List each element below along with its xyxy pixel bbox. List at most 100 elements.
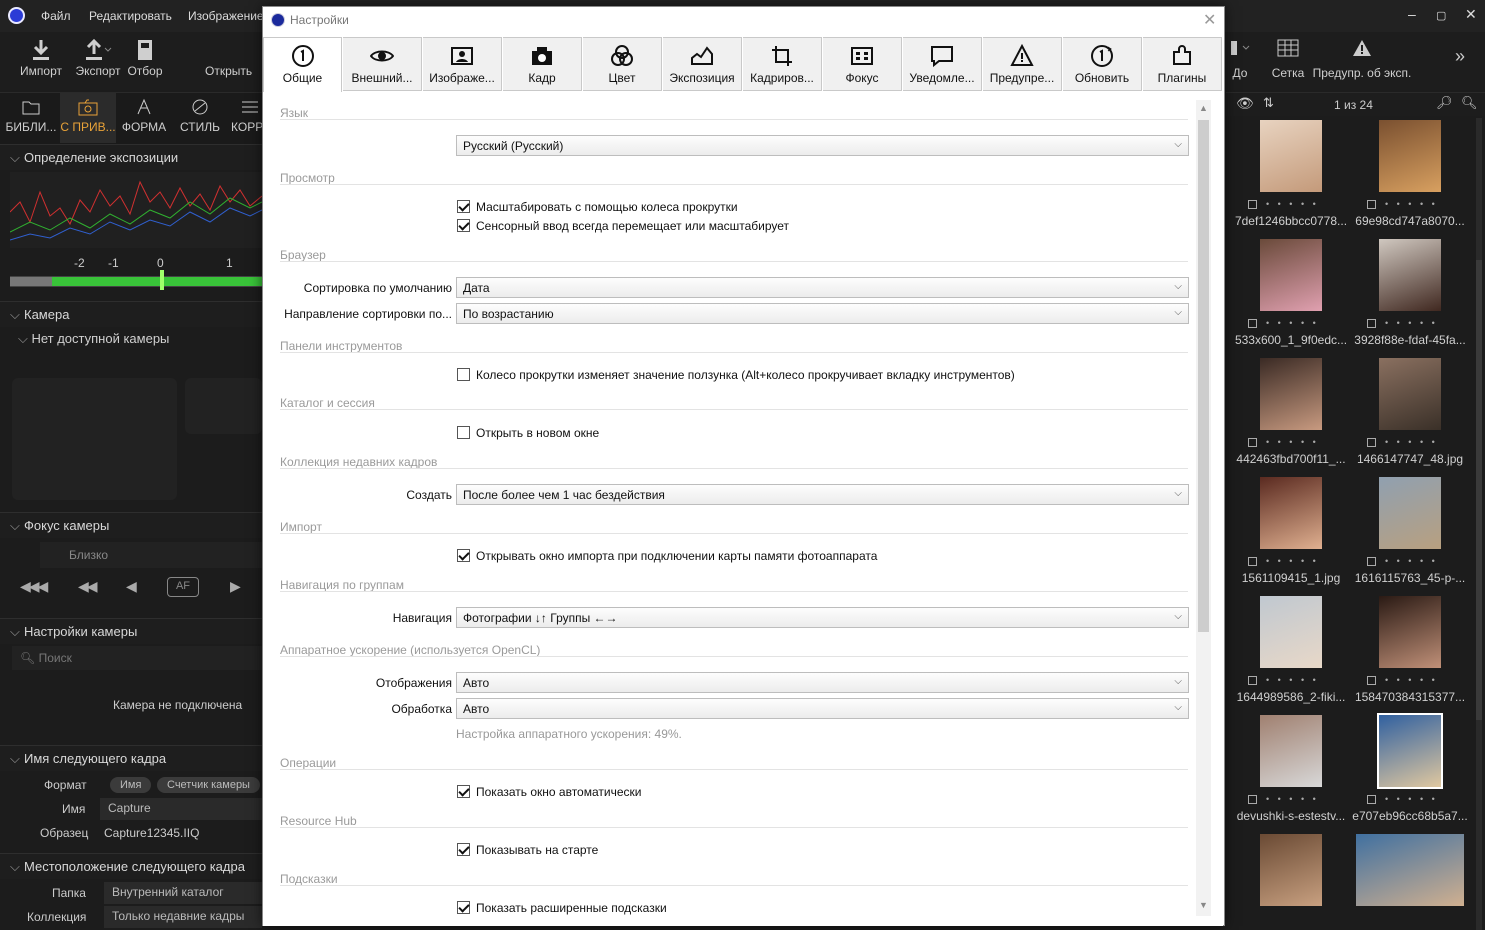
processing-select[interactable]: Авто ⌵ [456,698,1189,719]
tooltab-shape[interactable]: ФОРМА [116,96,172,134]
thumbnail-select-checkbox[interactable] [1367,438,1376,447]
thumbnail-image[interactable] [1260,834,1322,906]
zoom-search-icon[interactable]: 🔎︎ [1436,95,1453,111]
scroll-up-icon[interactable]: ▲ [1199,103,1208,113]
rating-stars[interactable]: • • • • • [1385,675,1438,685]
thumbnail-image[interactable] [1379,596,1441,668]
language-select[interactable]: Русский (Русский) ⌵ [456,135,1189,156]
tab-general[interactable]: Общие [263,37,342,92]
scroll-slider-checkbox[interactable] [457,368,470,381]
camera-settings-search[interactable]: 🔍︎ Поиск [12,646,262,670]
format-token-name[interactable]: Имя [110,777,152,793]
tooltab-correct[interactable]: КОРР [228,96,262,134]
maximize-icon[interactable]: ▢ [1436,9,1446,22]
thumbnail-select-checkbox[interactable] [1367,200,1376,209]
thumbnail-image[interactable] [1379,120,1441,192]
rating-stars[interactable]: • • • • • [1385,318,1438,328]
open-new-window-checkbox[interactable] [457,426,470,439]
show-window-checkbox[interactable] [457,785,470,798]
browser-scrollbar-thumb[interactable] [1476,260,1482,720]
tab-notifications[interactable]: Уведомле... [903,37,982,91]
touch-input-checkbox[interactable] [457,219,470,232]
menu-image[interactable]: Изображение [188,9,264,23]
autofocus-button[interactable]: AF [167,577,199,597]
minimize-icon[interactable]: – [1408,6,1416,22]
focus-back-icon[interactable]: ◀◀ [78,578,97,595]
cull-button[interactable]: Отбор [117,34,173,86]
thumbnail-image[interactable] [1260,477,1322,549]
tab-image[interactable]: Изображе... [423,37,502,91]
dialog-close-icon[interactable]: ✕ [1203,10,1216,30]
sort-direction-select[interactable]: По возрастанию ⌵ [456,303,1189,324]
menu-file[interactable]: Файл [41,9,71,23]
import-button[interactable]: Импорт [13,34,69,86]
rating-stars[interactable]: • • • • • [1385,556,1438,566]
grid-button[interactable]: Сетка [1268,38,1308,80]
focus-near[interactable]: Близко [40,542,262,568]
format-token-counter[interactable]: Счетчик камеры [157,777,260,793]
tooltab-style[interactable]: СТИЛЬ [172,96,228,134]
focus-far-back-icon[interactable]: ◀◀◀ [20,578,48,595]
tab-exposure[interactable]: Экспозиция [663,37,742,91]
more-icon[interactable]: » [1455,46,1465,67]
thumbnail-image[interactable] [1356,834,1464,906]
import-on-card-checkbox[interactable] [457,549,470,562]
create-select[interactable]: После более чем 1 час бездействия ⌵ [456,484,1189,505]
section-camera-settings[interactable]: ⌵ Настройки камеры [0,618,262,644]
thumbnail-select-checkbox[interactable] [1248,676,1257,685]
collection-field[interactable]: Только недавние кадры [104,906,262,928]
sort-select[interactable]: Дата ⌵ [456,277,1189,298]
before-button[interactable]: До [1228,38,1252,80]
eye-icon[interactable]: 👁︎ [1236,95,1254,112]
tab-color[interactable]: Цвет [583,37,662,91]
thumbnail-image[interactable] [1260,120,1322,192]
rating-stars[interactable]: • • • • • [1266,199,1319,209]
thumbnail-select-checkbox[interactable] [1248,557,1257,566]
section-focus[interactable]: ⌵ Фокус камеры [0,512,262,538]
tab-plugins[interactable]: Плагины [1143,37,1222,91]
tab-crop[interactable]: Кадриров... [743,37,822,91]
search-icon[interactable]: 🔍︎ [1461,95,1478,111]
show-on-start-checkbox[interactable] [457,843,470,856]
tab-focus[interactable]: Фокус [823,37,902,91]
thumbnail-image[interactable] [1379,239,1441,311]
tooltab-capture[interactable]: С ПРИВ... [60,96,116,134]
thumbnail-select-checkbox[interactable] [1367,676,1376,685]
thumbnail-select-checkbox[interactable] [1248,200,1257,209]
thumbnail-image[interactable] [1260,596,1322,668]
thumbnail-image[interactable] [1379,477,1441,549]
section-camera[interactable]: ⌵ Камера [0,301,262,327]
thumbnail-select-checkbox[interactable] [1367,319,1376,328]
section-exposure[interactable]: ⌵ Определение экспозиции [0,144,262,170]
dialog-scrollbar-thumb[interactable] [1198,120,1209,632]
tab-appearance[interactable]: Внешний... [343,37,422,91]
thumbnail-image[interactable] [1260,358,1322,430]
tab-warnings[interactable]: Предупре... [983,37,1062,91]
thumbnail-select-checkbox[interactable] [1248,795,1257,804]
rating-stars[interactable]: • • • • • [1385,794,1438,804]
scroll-down-icon[interactable]: ▼ [1199,900,1208,910]
menu-edit[interactable]: Редактировать [89,9,172,23]
navigation-select[interactable]: Фотографии ↓↑ Группы ←→ ⌵ [456,607,1189,628]
section-location[interactable]: ⌵ Местоположение следующего кадра [0,853,262,879]
thumbnail-select-checkbox[interactable] [1248,319,1257,328]
close-icon[interactable]: ✕ [1465,6,1477,23]
thumbnail-image[interactable] [1377,713,1443,789]
thumbnail-image[interactable] [1379,358,1441,430]
scroll-zoom-checkbox[interactable] [457,200,470,213]
display-select[interactable]: Авто ⌵ [456,672,1189,693]
thumbnail-select-checkbox[interactable] [1367,557,1376,566]
rating-stars[interactable]: • • • • • [1385,437,1438,447]
rating-stars[interactable]: • • • • • [1266,318,1319,328]
rating-stars[interactable]: • • • • • [1266,556,1319,566]
focus-step-back-icon[interactable]: ◀ [126,578,137,595]
section-next-name[interactable]: ⌵ Имя следующего кадра [0,745,262,771]
tooltab-library[interactable]: БИБЛИ... [3,96,59,134]
rating-stars[interactable]: • • • • • [1266,794,1319,804]
thumbnail-image[interactable] [1260,239,1322,311]
focus-step-forward-icon[interactable]: ▶ [230,578,241,595]
extended-tips-checkbox[interactable] [457,901,470,914]
rating-stars[interactable]: • • • • • [1385,199,1438,209]
folder-field[interactable]: Внутренний каталог [104,882,262,904]
rating-stars[interactable]: • • • • • [1266,675,1319,685]
